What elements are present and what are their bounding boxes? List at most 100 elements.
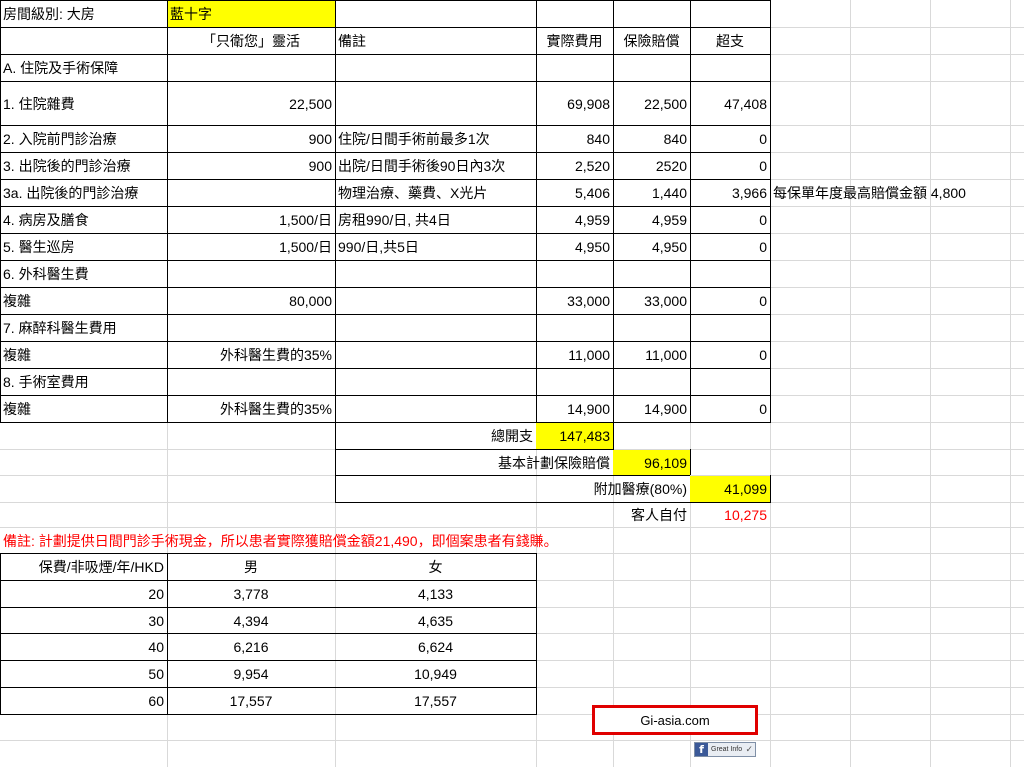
summary-self-value[interactable]: 10,275 (690, 503, 770, 527)
row-overspend[interactable]: 0 (690, 126, 770, 152)
row-limit[interactable] (167, 369, 335, 395)
header-remark[interactable]: 備註 (335, 28, 536, 54)
premium-female-header[interactable]: 女 (335, 554, 536, 580)
row-overspend[interactable]: 0 (690, 288, 770, 314)
row-remark[interactable] (335, 315, 536, 341)
row-insurance-claim[interactable]: 2520 (613, 153, 690, 179)
row-overspend[interactable]: 0 (690, 342, 770, 368)
row-limit[interactable]: 80,000 (167, 288, 335, 314)
summary-addon-label[interactable]: 附加醫療(80%) (335, 476, 690, 502)
row-remark[interactable] (335, 82, 536, 125)
row-item[interactable]: 複雜 (0, 288, 167, 314)
row-overspend[interactable] (690, 261, 770, 287)
row-limit[interactable]: 外科醫生費的35% (167, 396, 335, 422)
row-actual-cost[interactable]: 4,950 (536, 234, 613, 260)
premium-female[interactable]: 4,635 (335, 608, 536, 633)
row-actual-cost[interactable]: 840 (536, 126, 613, 152)
row-actual-cost[interactable]: 5,406 (536, 180, 613, 206)
row-actual-cost[interactable]: 4,959 (536, 207, 613, 233)
row-remark[interactable]: 住院/日間手術前最多1次 (335, 126, 536, 152)
row-item[interactable]: 複雜 (0, 342, 167, 368)
row-overspend[interactable] (690, 315, 770, 341)
row-item[interactable]: 7. 麻醉科醫生費用 (0, 315, 167, 341)
summary-addon-value[interactable]: 41,099 (690, 476, 770, 502)
row-limit[interactable] (167, 180, 335, 206)
row-item[interactable]: 6. 外科醫生費 (0, 261, 167, 287)
row-item[interactable]: 複雜 (0, 396, 167, 422)
premium-male[interactable]: 3,778 (167, 581, 335, 607)
row-remark[interactable] (335, 396, 536, 422)
premium-age[interactable]: 40 (0, 634, 167, 660)
premium-female[interactable]: 10,949 (335, 661, 536, 687)
row-actual-cost[interactable]: 33,000 (536, 288, 613, 314)
facebook-badge[interactable]: f Great Info ✓ (694, 742, 756, 757)
row-actual-cost[interactable]: 11,000 (536, 342, 613, 368)
premium-header[interactable]: 保費/非吸煙/年/HKD (0, 554, 167, 580)
header-overspend[interactable]: 超支 (690, 28, 770, 54)
row-limit[interactable]: 22,500 (167, 82, 335, 125)
row-insurance-claim[interactable]: 33,000 (613, 288, 690, 314)
row-remark[interactable]: 房租990/日, 共4日 (335, 207, 536, 233)
row-remark[interactable] (335, 261, 536, 287)
premium-age[interactable]: 50 (0, 661, 167, 687)
row-overspend[interactable]: 0 (690, 234, 770, 260)
row-limit[interactable]: 1,500/日 (167, 207, 335, 233)
premium-age[interactable]: 20 (0, 581, 167, 607)
premium-female[interactable]: 4,133 (335, 581, 536, 607)
row-actual-cost[interactable] (536, 369, 613, 395)
row-insurance-claim[interactable]: 840 (613, 126, 690, 152)
header-plan[interactable]: 「只衛您」靈活 (167, 28, 335, 54)
row-actual-cost[interactable]: 69,908 (536, 82, 613, 125)
row-limit[interactable]: 900 (167, 153, 335, 179)
premium-male[interactable]: 6,216 (167, 634, 335, 660)
summary-basic-value[interactable]: 96,109 (613, 450, 690, 475)
row-insurance-claim[interactable]: 4,959 (613, 207, 690, 233)
premium-male[interactable]: 9,954 (167, 661, 335, 687)
row-overspend[interactable]: 47,408 (690, 82, 770, 125)
row-insurance-claim[interactable] (613, 315, 690, 341)
row-actual-cost[interactable] (536, 315, 613, 341)
row-remark[interactable] (335, 342, 536, 368)
row-overspend[interactable]: 3,966 (690, 180, 770, 206)
row-item[interactable]: 4. 病房及膳食 (0, 207, 167, 233)
summary-self-label[interactable]: 客人自付 (335, 503, 690, 527)
row-limit[interactable]: 外科醫生費的35% (167, 342, 335, 368)
summary-total-label[interactable]: 總開支 (335, 423, 536, 449)
row-remark[interactable] (335, 288, 536, 314)
row-limit[interactable]: 900 (167, 126, 335, 152)
row-remark[interactable]: 物理治療、藥費、X光片 (335, 180, 536, 206)
footnote[interactable]: 備註: 計劃提供日間門診手術現金，所以患者實際獲賠償金額21,490，即個案患者… (0, 528, 770, 553)
row-insurance-claim[interactable]: 1,440 (613, 180, 690, 206)
premium-age[interactable]: 60 (0, 688, 167, 714)
row-insurance-claim[interactable]: 11,000 (613, 342, 690, 368)
row-insurance-claim[interactable] (613, 261, 690, 287)
row-limit[interactable] (167, 315, 335, 341)
room-class-cell[interactable]: 房間級別: 大房 (0, 1, 167, 27)
header-actual-cost[interactable]: 實際費用 (536, 28, 613, 54)
summary-total-value[interactable]: 147,483 (536, 423, 613, 449)
row-item[interactable]: 5. 醫生巡房 (0, 234, 167, 260)
premium-male[interactable]: 4,394 (167, 608, 335, 633)
row-actual-cost[interactable]: 2,520 (536, 153, 613, 179)
row-item[interactable]: 2. 入院前門診治療 (0, 126, 167, 152)
premium-male[interactable]: 17,557 (167, 688, 335, 714)
row-item[interactable]: 1. 住院雜費 (0, 82, 167, 125)
plan-name-cell[interactable]: 藍十字 (167, 1, 335, 27)
row-actual-cost[interactable]: 14,900 (536, 396, 613, 422)
row-insurance-claim[interactable]: 14,900 (613, 396, 690, 422)
row-overspend[interactable]: 0 (690, 153, 770, 179)
row-item[interactable]: 3a. 出院後的門診治療 (0, 180, 167, 206)
header-insurance-claim[interactable]: 保險賠償 (613, 28, 690, 54)
row-note[interactable]: 每保單年度最高賠償金額 4,800 (770, 180, 1024, 206)
premium-female[interactable]: 17,557 (335, 688, 536, 714)
premium-male-header[interactable]: 男 (167, 554, 335, 580)
row-insurance-claim[interactable]: 22,500 (613, 82, 690, 125)
summary-basic-label[interactable]: 基本計劃保險賠償 (335, 450, 613, 475)
section-a-title[interactable]: A. 住院及手術保障 (0, 55, 167, 81)
row-remark[interactable]: 990/日,共5日 (335, 234, 536, 260)
row-insurance-claim[interactable] (613, 369, 690, 395)
row-overspend[interactable]: 0 (690, 396, 770, 422)
premium-female[interactable]: 6,624 (335, 634, 536, 660)
row-overspend[interactable]: 0 (690, 207, 770, 233)
row-remark[interactable]: 出院/日間手術後90日內3次 (335, 153, 536, 179)
